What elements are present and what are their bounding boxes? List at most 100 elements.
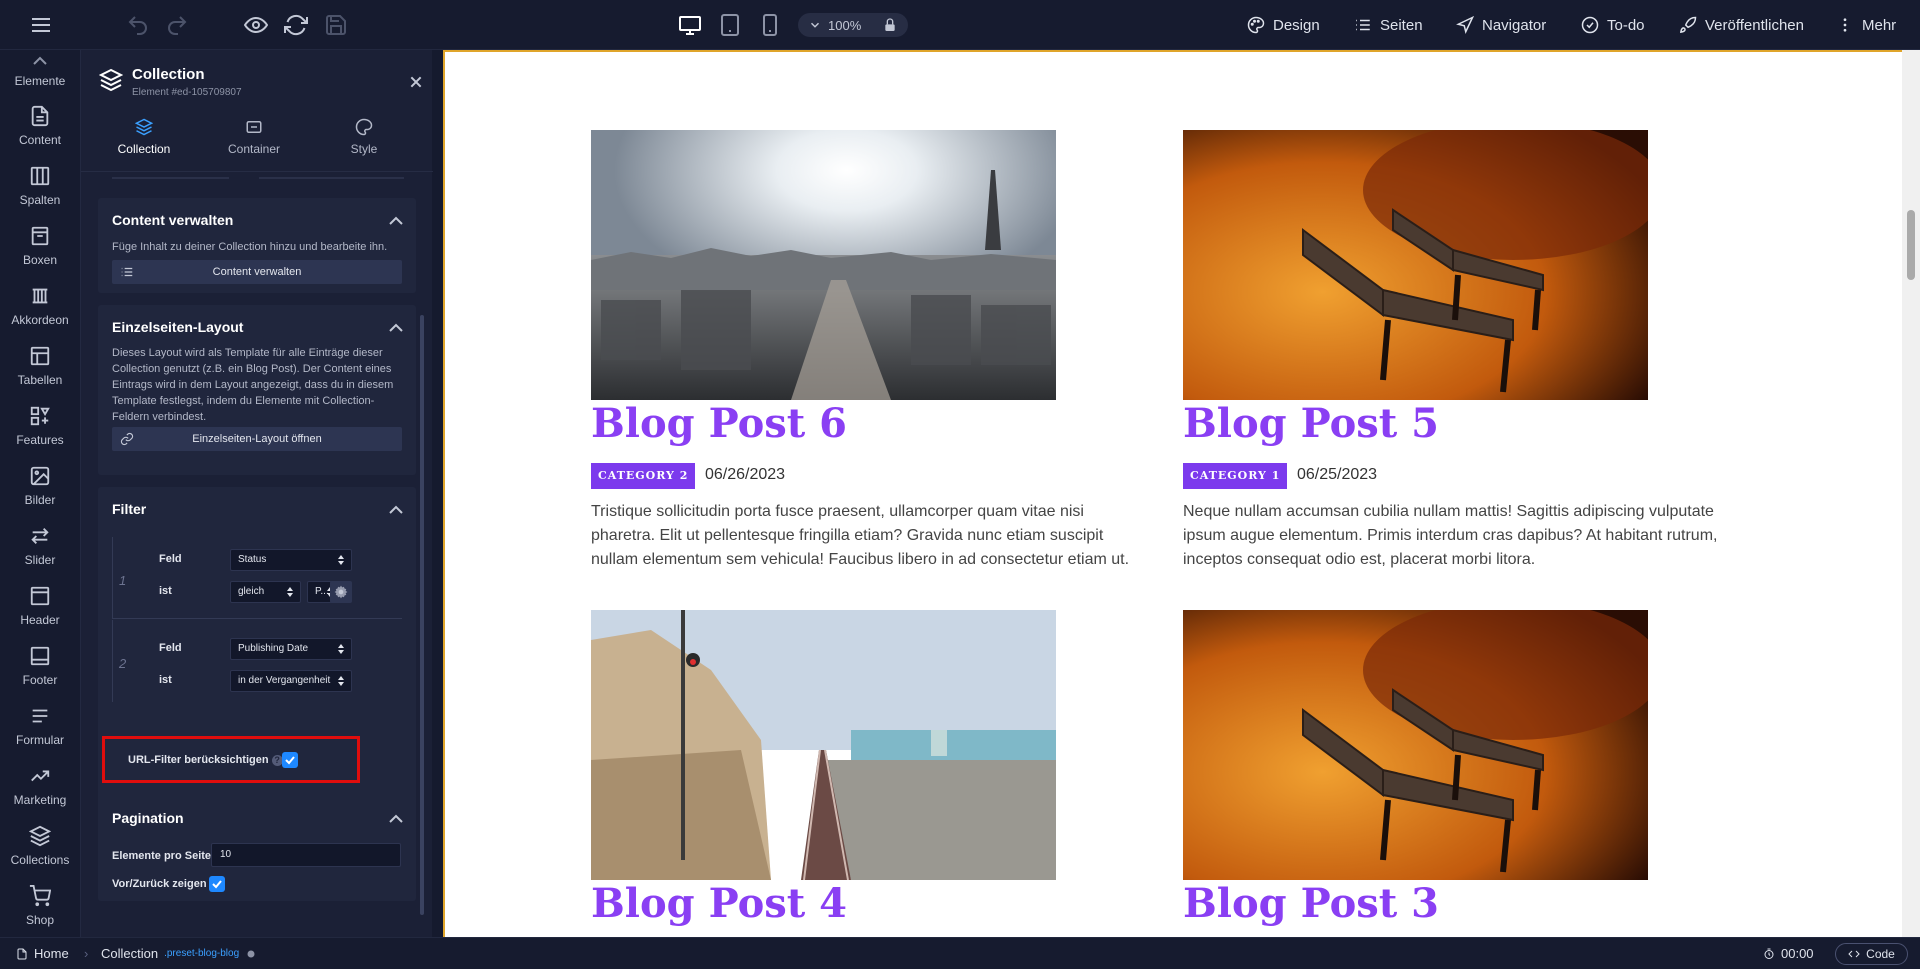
- rail-marketing[interactable]: Marketing: [0, 765, 80, 821]
- filter-field-value: Status: [238, 554, 267, 565]
- lock-icon[interactable]: [882, 17, 898, 33]
- post-title[interactable]: Blog Post 4: [591, 880, 847, 927]
- nav-todo[interactable]: To-do: [1581, 14, 1645, 36]
- marketing-icon: [31, 770, 50, 782]
- chevron-down-icon: [810, 22, 820, 28]
- section-heading[interactable]: Pagination: [112, 810, 184, 826]
- palette-icon: [1247, 16, 1265, 34]
- slider-icon: [31, 528, 49, 544]
- panel-scrollbar[interactable]: [420, 315, 424, 915]
- post-title[interactable]: Blog Post 6: [591, 400, 847, 447]
- refresh-icon[interactable]: [284, 13, 308, 37]
- divider: [112, 177, 229, 179]
- per-page-input[interactable]: 10: [211, 843, 401, 867]
- open-layout-button[interactable]: Einzelseiten-Layout öffnen: [112, 427, 402, 451]
- close-icon[interactable]: [408, 74, 424, 90]
- link-icon: [120, 432, 134, 446]
- preview-eye-icon[interactable]: [244, 13, 268, 37]
- checkmark-icon: [212, 880, 222, 889]
- tab-style[interactable]: Style: [309, 112, 419, 172]
- filter-settings-button[interactable]: [330, 581, 352, 603]
- scrollbar-thumb[interactable]: [1907, 210, 1915, 280]
- list-icon: [121, 267, 133, 277]
- chevron-up-icon[interactable]: [388, 503, 404, 515]
- rail-akkordeon[interactable]: Akkordeon: [0, 285, 80, 341]
- chevron-up-icon[interactable]: [32, 56, 48, 66]
- nav-publish[interactable]: Veröffentlichen: [1679, 14, 1804, 36]
- mobile-view-icon[interactable]: [758, 13, 782, 37]
- filter-field-label: Feld: [159, 642, 182, 654]
- category-badge[interactable]: Category 1: [1183, 463, 1288, 489]
- collection-settings-panel: Collection Element #ed-105709807 Collect…: [80, 50, 433, 937]
- header-icon: [30, 586, 50, 606]
- chevron-up-icon[interactable]: [388, 321, 404, 333]
- filter-operator-label: ist: [159, 674, 172, 686]
- rail-content[interactable]: Content: [0, 105, 80, 161]
- nav-more[interactable]: Mehr: [1836, 14, 1896, 36]
- rail-spalten[interactable]: Spalten: [0, 165, 80, 221]
- tab-collection[interactable]: Collection: [89, 112, 199, 172]
- manage-content-button[interactable]: Content verwalten: [112, 260, 402, 284]
- image-icon: [30, 466, 50, 486]
- filter-operator-label: ist: [159, 585, 172, 597]
- rail-collections[interactable]: Collections: [0, 825, 80, 881]
- navigator-icon: [1456, 16, 1474, 34]
- nav-seiten[interactable]: Seiten: [1354, 14, 1423, 36]
- filter-operator-select[interactable]: gleich: [230, 581, 301, 603]
- breadcrumb-separator: ›: [84, 946, 89, 961]
- rail-header[interactable]: Header: [0, 585, 80, 641]
- post-image-railway[interactable]: [591, 610, 1056, 880]
- rocket-icon: [1679, 16, 1697, 34]
- open-layout-button-label: Einzelseiten-Layout öffnen: [192, 433, 322, 445]
- css-class-label: .preset-blog-blog: [164, 948, 240, 959]
- post-date: 06/25/2023: [1297, 466, 1378, 483]
- filter-field-select[interactable]: Publishing Date: [230, 638, 352, 660]
- rail-formular[interactable]: Formular: [0, 705, 80, 761]
- rail-shop-label: Shop: [25, 913, 55, 927]
- filter-operator-value: in der Vergangenheit: [238, 675, 331, 686]
- chevron-up-icon[interactable]: [388, 812, 404, 824]
- section-heading[interactable]: Content verwalten: [112, 212, 233, 228]
- post-image-city[interactable]: [591, 130, 1056, 400]
- breadcrumb-collection[interactable]: Collection .preset-blog-blog: [101, 946, 257, 961]
- content-manage-section: Content verwalten Füge Inhalt zu deiner …: [98, 198, 416, 293]
- nav-design[interactable]: Design: [1247, 14, 1320, 36]
- section-heading[interactable]: Filter: [112, 501, 146, 517]
- autumn-bench-photo: [1183, 130, 1648, 400]
- post-image-bench[interactable]: [1183, 610, 1648, 880]
- undo-icon[interactable]: [126, 13, 150, 37]
- rail-tabellen[interactable]: Tabellen: [0, 345, 80, 401]
- zoom-control[interactable]: 100%: [798, 13, 908, 37]
- rail-akkordeon-label: Akkordeon: [11, 313, 69, 327]
- filter-operator-select[interactable]: in der Vergangenheit: [230, 670, 352, 692]
- section-heading[interactable]: Einzelseiten-Layout: [112, 319, 243, 335]
- rail-features-label: Features: [16, 433, 64, 447]
- rail-features[interactable]: Features: [0, 405, 80, 461]
- desktop-view-icon[interactable]: [678, 13, 702, 37]
- city-skyline-photo: [591, 130, 1056, 400]
- rail-boxen[interactable]: Boxen: [0, 225, 80, 281]
- category-badge[interactable]: Category 2: [591, 463, 696, 489]
- per-page-label: Elemente pro Seite: [112, 850, 212, 862]
- post-title[interactable]: Blog Post 3: [1183, 880, 1439, 927]
- filter-field-select[interactable]: Status: [230, 549, 352, 571]
- post-title[interactable]: Blog Post 5: [1183, 400, 1439, 447]
- features-icon: [30, 406, 50, 426]
- tablet-view-icon[interactable]: [718, 13, 742, 37]
- breadcrumb-home[interactable]: Home: [16, 946, 69, 961]
- code-button[interactable]: Code: [1835, 943, 1908, 965]
- rail-bilder[interactable]: Bilder: [0, 465, 80, 521]
- prev-next-checkbox[interactable]: [209, 876, 225, 892]
- section-description: Dieses Layout wird als Template für alle…: [112, 347, 394, 423]
- canvas-scrollbar[interactable]: [1902, 50, 1920, 937]
- post-image-bench[interactable]: [1183, 130, 1648, 400]
- chevron-up-icon[interactable]: [388, 214, 404, 226]
- tab-container[interactable]: Container: [199, 112, 309, 172]
- rail-shop[interactable]: Shop: [0, 885, 80, 941]
- nav-navigator[interactable]: Navigator: [1456, 14, 1546, 36]
- rail-footer[interactable]: Footer: [0, 645, 80, 701]
- save-icon[interactable]: [324, 13, 348, 37]
- rail-slider[interactable]: Slider: [0, 525, 80, 581]
- hamburger-menu-icon[interactable]: [29, 13, 53, 37]
- redo-icon[interactable]: [165, 13, 189, 37]
